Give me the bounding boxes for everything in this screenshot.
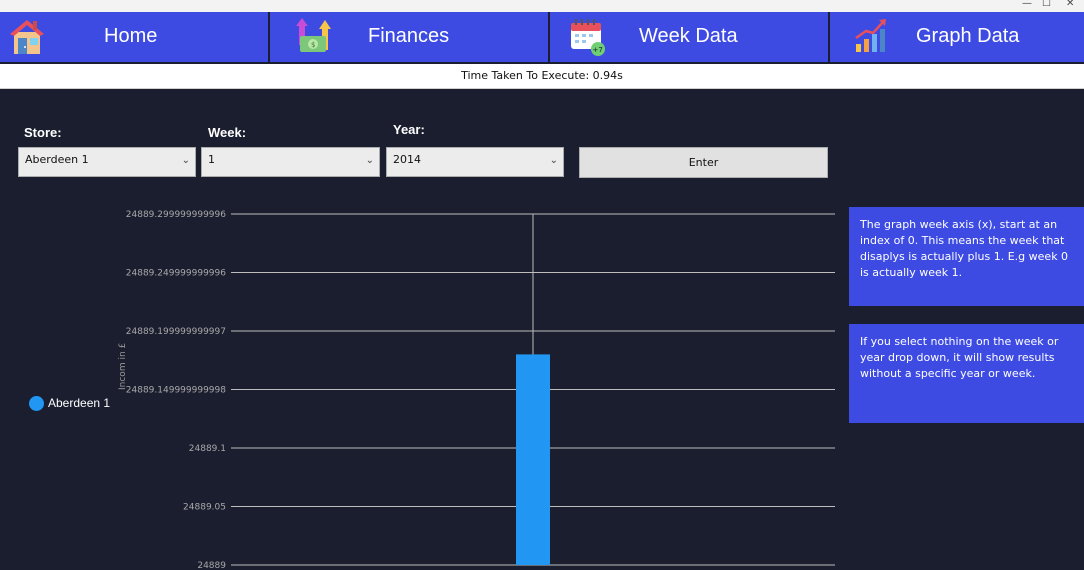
y-tick-label: 24889 bbox=[197, 561, 226, 570]
y-tick-label: 24889.299999999996 bbox=[126, 210, 226, 220]
y-tick-label: 24889.149999999998 bbox=[126, 386, 226, 396]
y-tick-label: 24889.1 bbox=[189, 444, 226, 454]
y-tick-label: 24889.05 bbox=[183, 503, 226, 513]
y-tick-label: 24889.249999999996 bbox=[126, 269, 226, 279]
y-tick-label: 24889.199999999997 bbox=[126, 327, 226, 337]
info-panel-week-index: The graph week axis (x), start at an ind… bbox=[849, 207, 1084, 306]
info-note-week-index: The graph week axis (x), start at an ind… bbox=[860, 218, 1069, 279]
bar-aberdeen-1 bbox=[516, 354, 550, 565]
info-note-empty-selection: If you select nothing on the week or yea… bbox=[860, 335, 1059, 380]
info-panel-empty-selection: If you select nothing on the week or yea… bbox=[849, 324, 1084, 423]
